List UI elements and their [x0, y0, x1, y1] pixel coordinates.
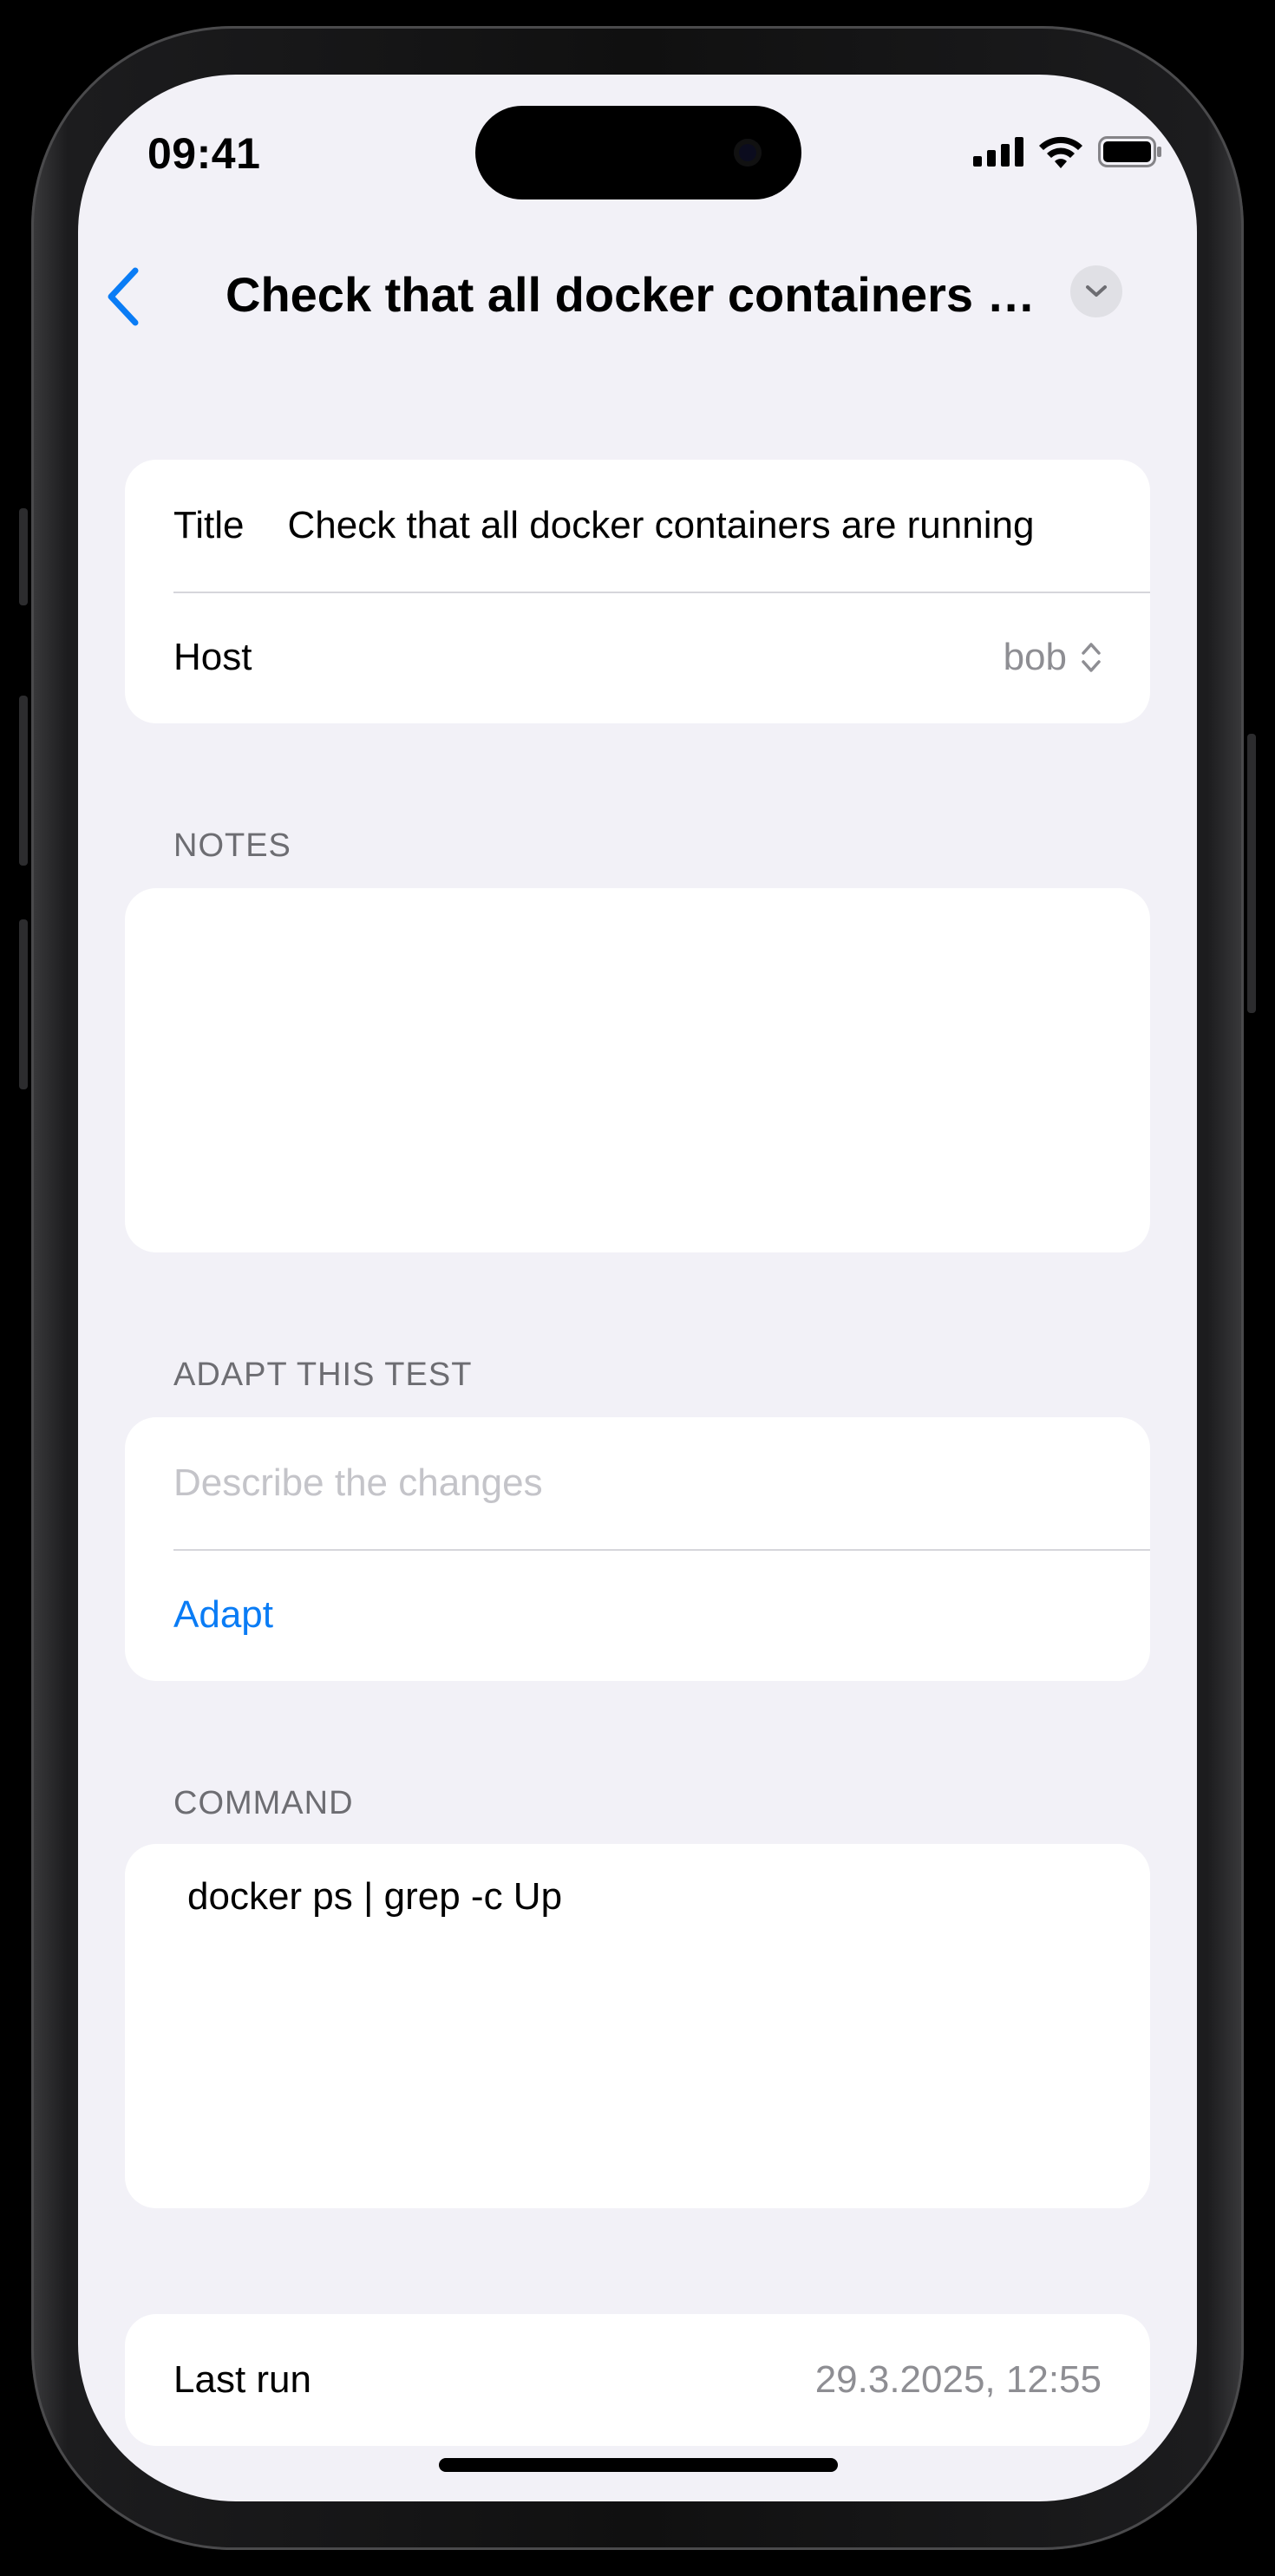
adapt-header: ADAPT THIS TEST — [173, 1357, 473, 1393]
back-button[interactable] — [97, 257, 149, 337]
last-run-card: Last run 29.3.2025, 12:55 — [125, 2314, 1150, 2446]
last-run-row: Last run 29.3.2025, 12:55 — [125, 2314, 1150, 2446]
home-indicator[interactable] — [439, 2458, 838, 2472]
status-icons — [973, 135, 1162, 168]
host-label: Host — [173, 636, 252, 678]
adapt-input-row[interactable]: Describe the changes — [125, 1417, 1150, 1549]
camera-icon — [734, 139, 762, 167]
notes-header: NOTES — [173, 827, 291, 864]
action-button — [19, 508, 28, 605]
page-title: Check that all docker containers are run… — [226, 267, 1049, 322]
adapt-button[interactable]: Adapt — [173, 1593, 273, 1637]
last-run-value: 29.3.2025, 12:55 — [814, 2358, 1102, 2401]
title-field[interactable]: Check that all docker containers are run… — [288, 504, 1102, 547]
title-label: Title — [173, 504, 245, 546]
title-row[interactable]: Title Check that all docker containers a… — [125, 460, 1150, 592]
power-button — [1247, 734, 1256, 1013]
adapt-card: Describe the changes Adapt — [125, 1417, 1150, 1681]
chevron-up-down-icon — [1082, 643, 1101, 672]
command-header: COMMAND — [173, 1785, 354, 1821]
command-text[interactable]: docker ps | grep -c Up — [125, 1844, 1150, 1919]
volume-down-button — [19, 919, 28, 1089]
host-value: bob — [1003, 636, 1067, 678]
command-editor[interactable]: docker ps | grep -c Up — [125, 1844, 1150, 2208]
status-time: 09:41 — [147, 129, 261, 178]
notes-text — [125, 888, 1150, 919]
details-card: Title Check that all docker containers a… — [125, 460, 1150, 723]
notes-field[interactable] — [125, 888, 1150, 1252]
volume-up-button — [19, 696, 28, 866]
adapt-input[interactable]: Describe the changes — [173, 1461, 543, 1505]
chevron-left-icon — [108, 267, 139, 326]
host-picker[interactable]: bob — [252, 636, 1102, 679]
wifi-icon — [1039, 136, 1082, 168]
last-run-label: Last run — [173, 2358, 311, 2401]
adapt-button-row[interactable]: Adapt — [125, 1549, 1150, 1681]
host-row[interactable]: Host bob — [125, 592, 1150, 723]
dynamic-island — [475, 106, 801, 199]
cellular-signal-icon — [973, 137, 1023, 167]
chevron-down-icon — [1086, 285, 1107, 297]
screen: 09:41 Check that all docker containers a… — [78, 75, 1197, 2501]
title-menu-button[interactable] — [1070, 265, 1122, 317]
battery-icon — [1098, 136, 1161, 167]
